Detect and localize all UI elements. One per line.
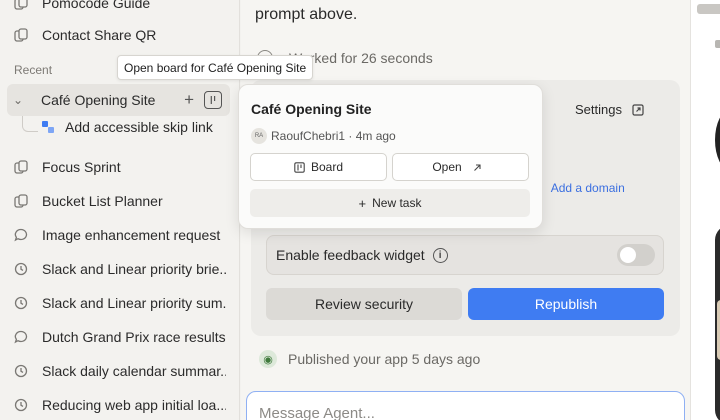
sidebar-item-label: Slack and Linear priority brie... [42,261,226,277]
add-domain-link[interactable]: Add a domain [551,181,625,195]
task-popover: Café Opening Site RA RaoufChebri1 · 4m a… [238,84,543,229]
copy-icon [14,194,28,208]
card-meta: RA RaoufChebri1 · 4m ago [251,128,396,144]
board-icon[interactable] [204,91,222,109]
sidebar-subitem-skip-link[interactable]: Add accessible skip link [42,119,213,135]
new-task-button[interactable]: + New task [250,189,530,217]
chat-icon [14,330,28,344]
republish-button[interactable]: Republish [468,288,664,320]
sidebar-item-label: Focus Sprint [42,159,121,175]
preview-strip [690,0,720,420]
published-text: Published your app 5 days ago [288,351,481,367]
chat-icon [14,228,28,242]
arrow-up-right-icon [473,163,481,171]
sidebar-item-label: Image enhancement request [42,227,221,243]
tree-connector [22,116,38,132]
avatar: RA [251,128,267,144]
sidebar-item-pomocode-guide[interactable]: Pomocode Guide [0,0,240,18]
sidebar-subitem-label: Add accessible skip link [65,119,213,135]
feedback-toggle[interactable] [617,244,655,266]
sidebar-item-label: Pomocode Guide [42,0,151,11]
plus-icon: + [358,195,367,211]
sidebar-item-label: Dutch Grand Prix race results [42,329,226,345]
sidebar-item-label: Bucket List Planner [42,193,163,209]
board-icon [294,161,305,173]
sidebar-item-label: Reducing web app initial loa... [42,397,226,413]
sidebar-item-label: Café Opening Site [41,92,156,108]
sidebar-item-focus-sprint[interactable]: Focus Sprint [0,152,240,182]
preview-text-block [715,40,720,48]
message-input[interactable]: Message Agent... [246,391,685,420]
open-button[interactable]: Open [392,153,529,181]
published-status[interactable]: ◉ Published your app 5 days ago [259,350,480,368]
toggle-knob [620,247,636,263]
external-link-icon [632,103,644,116]
sidebar-item-reducing-load[interactable]: Reducing web app initial loa... [0,390,240,420]
board-button[interactable]: Board [250,153,387,181]
new-task-label: New task [372,196,422,210]
sidebar-item-bucket-list[interactable]: Bucket List Planner [0,186,240,216]
task-icon [42,121,54,133]
recent-header: Recent [14,63,53,77]
sidebar-item-slack-calendar[interactable]: Slack daily calendar summar... [0,356,240,386]
copy-icon [14,28,28,42]
board-tooltip: Open board for Café Opening Site [117,55,314,80]
history-icon [14,398,28,412]
chevron-down-icon[interactable]: ⌄ [13,93,27,107]
copy-icon [14,160,28,174]
sidebar-item-label: Slack and Linear priority sum... [42,295,226,311]
history-icon [14,296,28,310]
agent-message-text: prompt above. [255,6,358,23]
history-icon [14,262,28,276]
globe-icon: ◉ [259,350,277,368]
info-icon[interactable]: i [432,247,448,263]
copy-icon [14,0,28,10]
review-security-button[interactable]: Review security [266,288,462,320]
settings-label: Settings [575,102,622,117]
card-meta-text: RaoufChebri1 · 4m ago [271,129,396,143]
sidebar-item-cafe-opening-site[interactable]: ⌄ Café Opening Site + [7,84,230,116]
sidebar-item-slack-linear-brief[interactable]: Slack and Linear priority brie... [0,254,240,284]
card-title: Café Opening Site [251,101,372,117]
preview-text-block [697,4,720,14]
sidebar-item-slack-linear-summary[interactable]: Slack and Linear priority sum... [0,288,240,318]
open-label: Open [432,160,462,174]
sidebar-item-dutch-grand-prix[interactable]: Dutch Grand Prix race results [0,322,240,352]
settings-link[interactable]: Settings [575,102,644,117]
feedback-widget-row: Enable feedback widget i [266,235,664,275]
feedback-label: Enable feedback widget [276,247,425,263]
sidebar-item-contact-share-qr[interactable]: Contact Share QR [0,20,240,50]
sidebar-item-label: Slack daily calendar summar... [42,363,226,379]
add-icon[interactable]: + [184,90,194,110]
sidebar-item-label: Contact Share QR [42,27,157,43]
sidebar-item-image-enhancement[interactable]: Image enhancement request [0,220,240,250]
domain-row: pAdd a domain [536,181,625,195]
preview-image [715,110,720,170]
history-icon [14,364,28,378]
board-label: Board [310,160,344,174]
